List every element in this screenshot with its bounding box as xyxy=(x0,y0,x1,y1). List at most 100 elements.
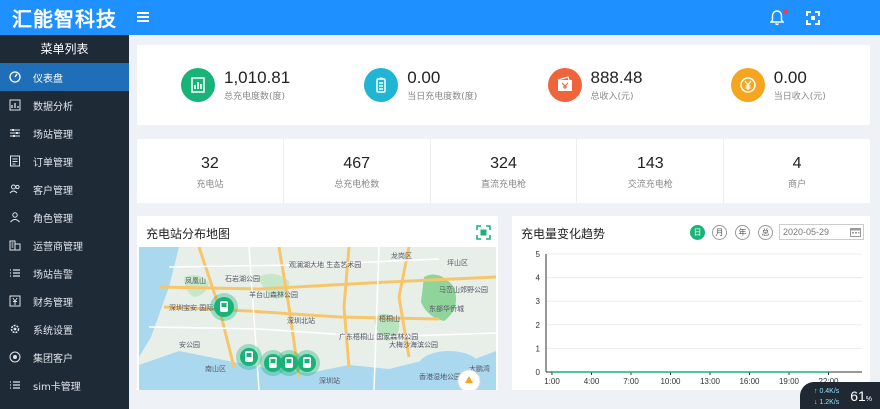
sidebar-title: 菜单列表 xyxy=(40,42,89,56)
sidebar-item-10[interactable]: 集团客户 xyxy=(0,343,129,371)
sidebar-item-label: sim卡管理 xyxy=(33,381,81,393)
stat-label: 当日充电度数(度) xyxy=(407,91,478,102)
sidebar-item-label: 场站管理 xyxy=(33,129,73,141)
sidebar-item-6[interactable]: 运营商管理 xyxy=(0,231,129,259)
expand-map-icon[interactable] xyxy=(476,225,491,240)
period-month-button[interactable]: 月 xyxy=(712,225,727,240)
sidebar-item-4[interactable]: 客户管理 xyxy=(0,175,129,203)
role-icon xyxy=(9,211,21,223)
stat-label: 充电站 xyxy=(196,180,224,190)
top-bar: 汇能智科技 xyxy=(0,0,880,35)
station-marker xyxy=(294,350,320,376)
map-label: 南山区 xyxy=(205,364,226,373)
stat-value: 4 xyxy=(792,155,802,172)
list-icon xyxy=(9,267,21,279)
gear-icon xyxy=(9,323,21,335)
summary-stat: 1,010.81 总充电度数(度) xyxy=(137,45,320,125)
station-marker xyxy=(210,293,238,321)
hamburger-icon xyxy=(137,11,149,22)
sidebar-item-9[interactable]: 系统设置 xyxy=(0,315,129,343)
x-tick-label: 10:00 xyxy=(660,377,681,386)
station-stat: 4 商户 xyxy=(724,139,870,203)
sidebar-item-2[interactable]: 场站管理 xyxy=(0,119,129,147)
station-marker xyxy=(236,344,262,370)
calendar-icon xyxy=(850,228,861,237)
yen-icon xyxy=(730,68,765,102)
cpu-percent: 61% xyxy=(850,388,872,404)
upload-speed: ↑ 0.4K/s xyxy=(814,388,840,395)
sidebar-item-label: 仪表盘 xyxy=(33,73,63,85)
charge-trend-panel: 充电量变化趋势 日 月 年 总 2020-05-29 0 1 2 3 4 5 1:00 4:0… xyxy=(512,216,870,390)
sidebar-item-label: 系统设置 xyxy=(33,325,73,337)
order-icon xyxy=(9,155,21,167)
stat-label: 当日收入(元) xyxy=(773,91,826,102)
station-stat: 32 充电站 xyxy=(137,139,284,203)
period-day-button[interactable]: 日 xyxy=(690,225,705,240)
map-label: 梧桐山 xyxy=(379,314,400,323)
map-label: 大梅沙海滨公园 xyxy=(389,340,438,349)
brand-title: 汇能智科技 xyxy=(12,7,117,31)
notification-dot xyxy=(783,8,788,14)
users-icon xyxy=(9,183,21,195)
sidebar-item-label: 场站告警 xyxy=(33,269,73,281)
y-tick-label: 3 xyxy=(536,297,541,306)
station-stat: 143 交流充电枪 xyxy=(577,139,725,203)
sidebar-item-label: 客户管理 xyxy=(33,185,73,197)
map-panel-title: 充电站分布地图 xyxy=(146,227,231,241)
stat-value: 1,010.81 xyxy=(224,67,291,87)
map-label: 深圳站 xyxy=(319,376,340,385)
map-label: 坪山区 xyxy=(447,258,468,267)
wallet-icon xyxy=(547,68,582,102)
x-tick-label: 4:00 xyxy=(584,377,600,386)
y-tick-label: 1 xyxy=(536,344,541,353)
bar-chart-icon xyxy=(181,68,215,102)
sidebar-item-5[interactable]: 角色管理 xyxy=(0,203,129,231)
download-speed: ↓ 1.2K/s xyxy=(814,399,840,406)
map-compass-icon xyxy=(457,369,481,390)
sliders-icon xyxy=(9,127,21,139)
stat-value: 467 xyxy=(343,155,371,172)
chart-panel-title: 充电量变化趋势 xyxy=(521,227,606,241)
notification-bell-icon[interactable] xyxy=(769,8,788,27)
period-total-button[interactable]: 总 xyxy=(758,225,773,240)
period-year-button[interactable]: 年 xyxy=(735,225,750,240)
map-label: 东部华侨城 xyxy=(429,304,464,313)
station-map[interactable]: 龙岗区 坪山区 石岩湖公园 观澜湖大地 生态艺术园 深圳宝安 国际机场 羊台山森… xyxy=(139,247,496,390)
map-label: 安公园 xyxy=(179,340,200,349)
sidebar-item-label: 运营商管理 xyxy=(33,241,83,253)
map-label: 深圳北站 xyxy=(287,316,315,325)
summary-stat: 0.00 当日收入(元) xyxy=(687,45,870,125)
sidebar-menu: 仪表盘数据分析场站管理订单管理客户管理角色管理运营商管理场站告警财务管理系统设置… xyxy=(0,63,129,399)
y-tick-label: 0 xyxy=(536,368,541,377)
map-label: 香港湿地公园 xyxy=(419,372,461,381)
sidebar-item-label: 角色管理 xyxy=(33,213,73,225)
sidebar-item-7[interactable]: 场站告警 xyxy=(0,259,129,287)
map-label: 马峦山郊野公园 xyxy=(439,285,488,294)
sidebar-item-label: 订单管理 xyxy=(33,157,73,169)
date-value: 2020-05-29 xyxy=(783,227,830,237)
sidebar-item-11[interactable]: sim卡管理 xyxy=(0,371,129,399)
menu-toggle-button[interactable] xyxy=(137,9,149,27)
x-tick-label: 1:00 xyxy=(544,377,560,386)
map-label: 广东梧桐山 国家森林公园 xyxy=(339,332,418,341)
stat-label: 总收入(元) xyxy=(590,91,634,102)
sidebar-item-0[interactable]: 仪表盘 xyxy=(0,63,129,91)
date-picker-input[interactable]: 2020-05-29 xyxy=(779,224,864,240)
sidebar-item-8[interactable]: 财务管理 xyxy=(0,287,129,315)
sidebar-item-1[interactable]: 数据分析 xyxy=(0,91,129,119)
group-icon xyxy=(9,351,21,363)
summary-stats-panel: 1,010.81 总充电度数(度) 0.00 当日充电度数(度) 888.48 总收入(元… xyxy=(137,45,870,125)
fullscreen-icon[interactable] xyxy=(806,9,824,27)
sidebar-item-3[interactable]: 订单管理 xyxy=(0,147,129,175)
dashboard-icon xyxy=(9,71,21,83)
x-tick-label: 16:00 xyxy=(739,377,760,386)
x-tick-label: 13:00 xyxy=(700,377,721,386)
map-label: 羊台山森林公园 xyxy=(249,290,298,299)
sidebar-item-label: 集团客户 xyxy=(33,353,73,365)
stat-label: 直流充电枪 xyxy=(480,180,526,190)
x-tick-label: 19:00 xyxy=(779,377,800,386)
stat-value: 143 xyxy=(636,155,664,172)
stat-label: 总充电度数(度) xyxy=(224,91,286,102)
stat-value: 32 xyxy=(201,155,219,172)
map-label: 石岩湖公园 xyxy=(225,274,260,283)
